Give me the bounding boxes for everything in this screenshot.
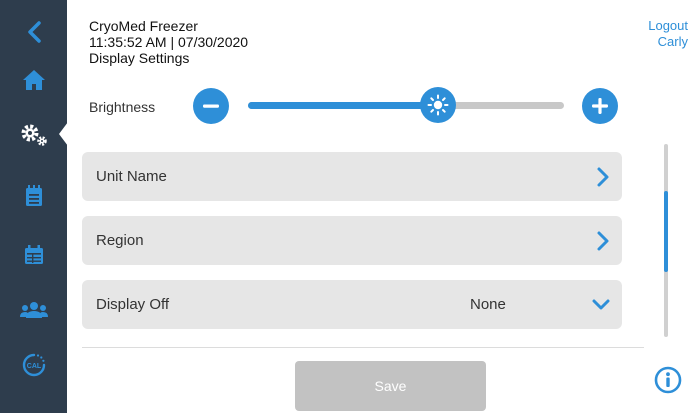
notepad-icon — [25, 185, 42, 206]
brightness-increase-button[interactable] — [582, 88, 618, 124]
setting-label: Display Off — [96, 296, 170, 313]
header: CryoMed Freezer 11:35:52 AM | 07/30/2020… — [89, 18, 248, 66]
brightness-slider-thumb[interactable] — [419, 87, 456, 123]
save-button[interactable]: Save — [295, 361, 486, 411]
users-button[interactable] — [0, 285, 67, 335]
users-icon — [19, 302, 48, 318]
home-icon — [22, 70, 45, 90]
setting-row-unit-name[interactable]: Unit Name — [82, 152, 622, 201]
scrollbar[interactable] — [664, 144, 668, 337]
brightness-slider-fill — [248, 102, 438, 109]
chevron-right-icon — [597, 231, 609, 250]
plus-icon — [592, 98, 608, 114]
user-area: Logout Carly — [648, 18, 688, 50]
calibration-icon-text: CAL — [26, 363, 41, 370]
back-chevron-icon — [27, 21, 41, 43]
info-button[interactable] — [654, 366, 682, 399]
setting-label: Unit Name — [96, 168, 167, 185]
logout-link[interactable]: Logout — [648, 18, 688, 34]
scrollbar-thumb[interactable] — [664, 191, 668, 273]
brightness-slider[interactable] — [248, 87, 564, 123]
brightness-label: Brightness — [89, 99, 156, 115]
info-icon — [654, 366, 682, 394]
device-name: CryoMed Freezer — [89, 18, 198, 34]
datetime: 11:35:52 AM | 07/30/2020 — [89, 34, 249, 50]
brightness-decrease-button[interactable] — [193, 88, 229, 124]
sidebar: CAL — [0, 0, 68, 413]
chevron-down-icon — [592, 299, 610, 309]
settings-button[interactable] — [0, 110, 67, 160]
page-title: Display Settings — [89, 50, 190, 66]
display-off-value: None — [470, 296, 506, 313]
calendar-button[interactable] — [0, 230, 67, 280]
minus-icon — [203, 104, 219, 108]
back-button[interactable] — [0, 7, 67, 57]
sun-icon — [427, 94, 449, 116]
notes-button[interactable] — [0, 171, 67, 221]
setting-label: Region — [96, 232, 144, 249]
chevron-right-icon — [597, 167, 609, 186]
settings-gears-icon — [21, 124, 47, 146]
username: Carly — [657, 34, 688, 49]
setting-row-display-off[interactable]: Display Off None — [82, 280, 622, 329]
calibration-button[interactable]: CAL — [0, 340, 67, 390]
calibration-icon: CAL — [22, 353, 45, 377]
active-item-indicator — [59, 122, 68, 146]
calendar-icon — [24, 245, 43, 264]
home-button[interactable] — [0, 55, 67, 105]
setting-row-region[interactable]: Region — [82, 216, 622, 265]
divider — [82, 347, 644, 348]
